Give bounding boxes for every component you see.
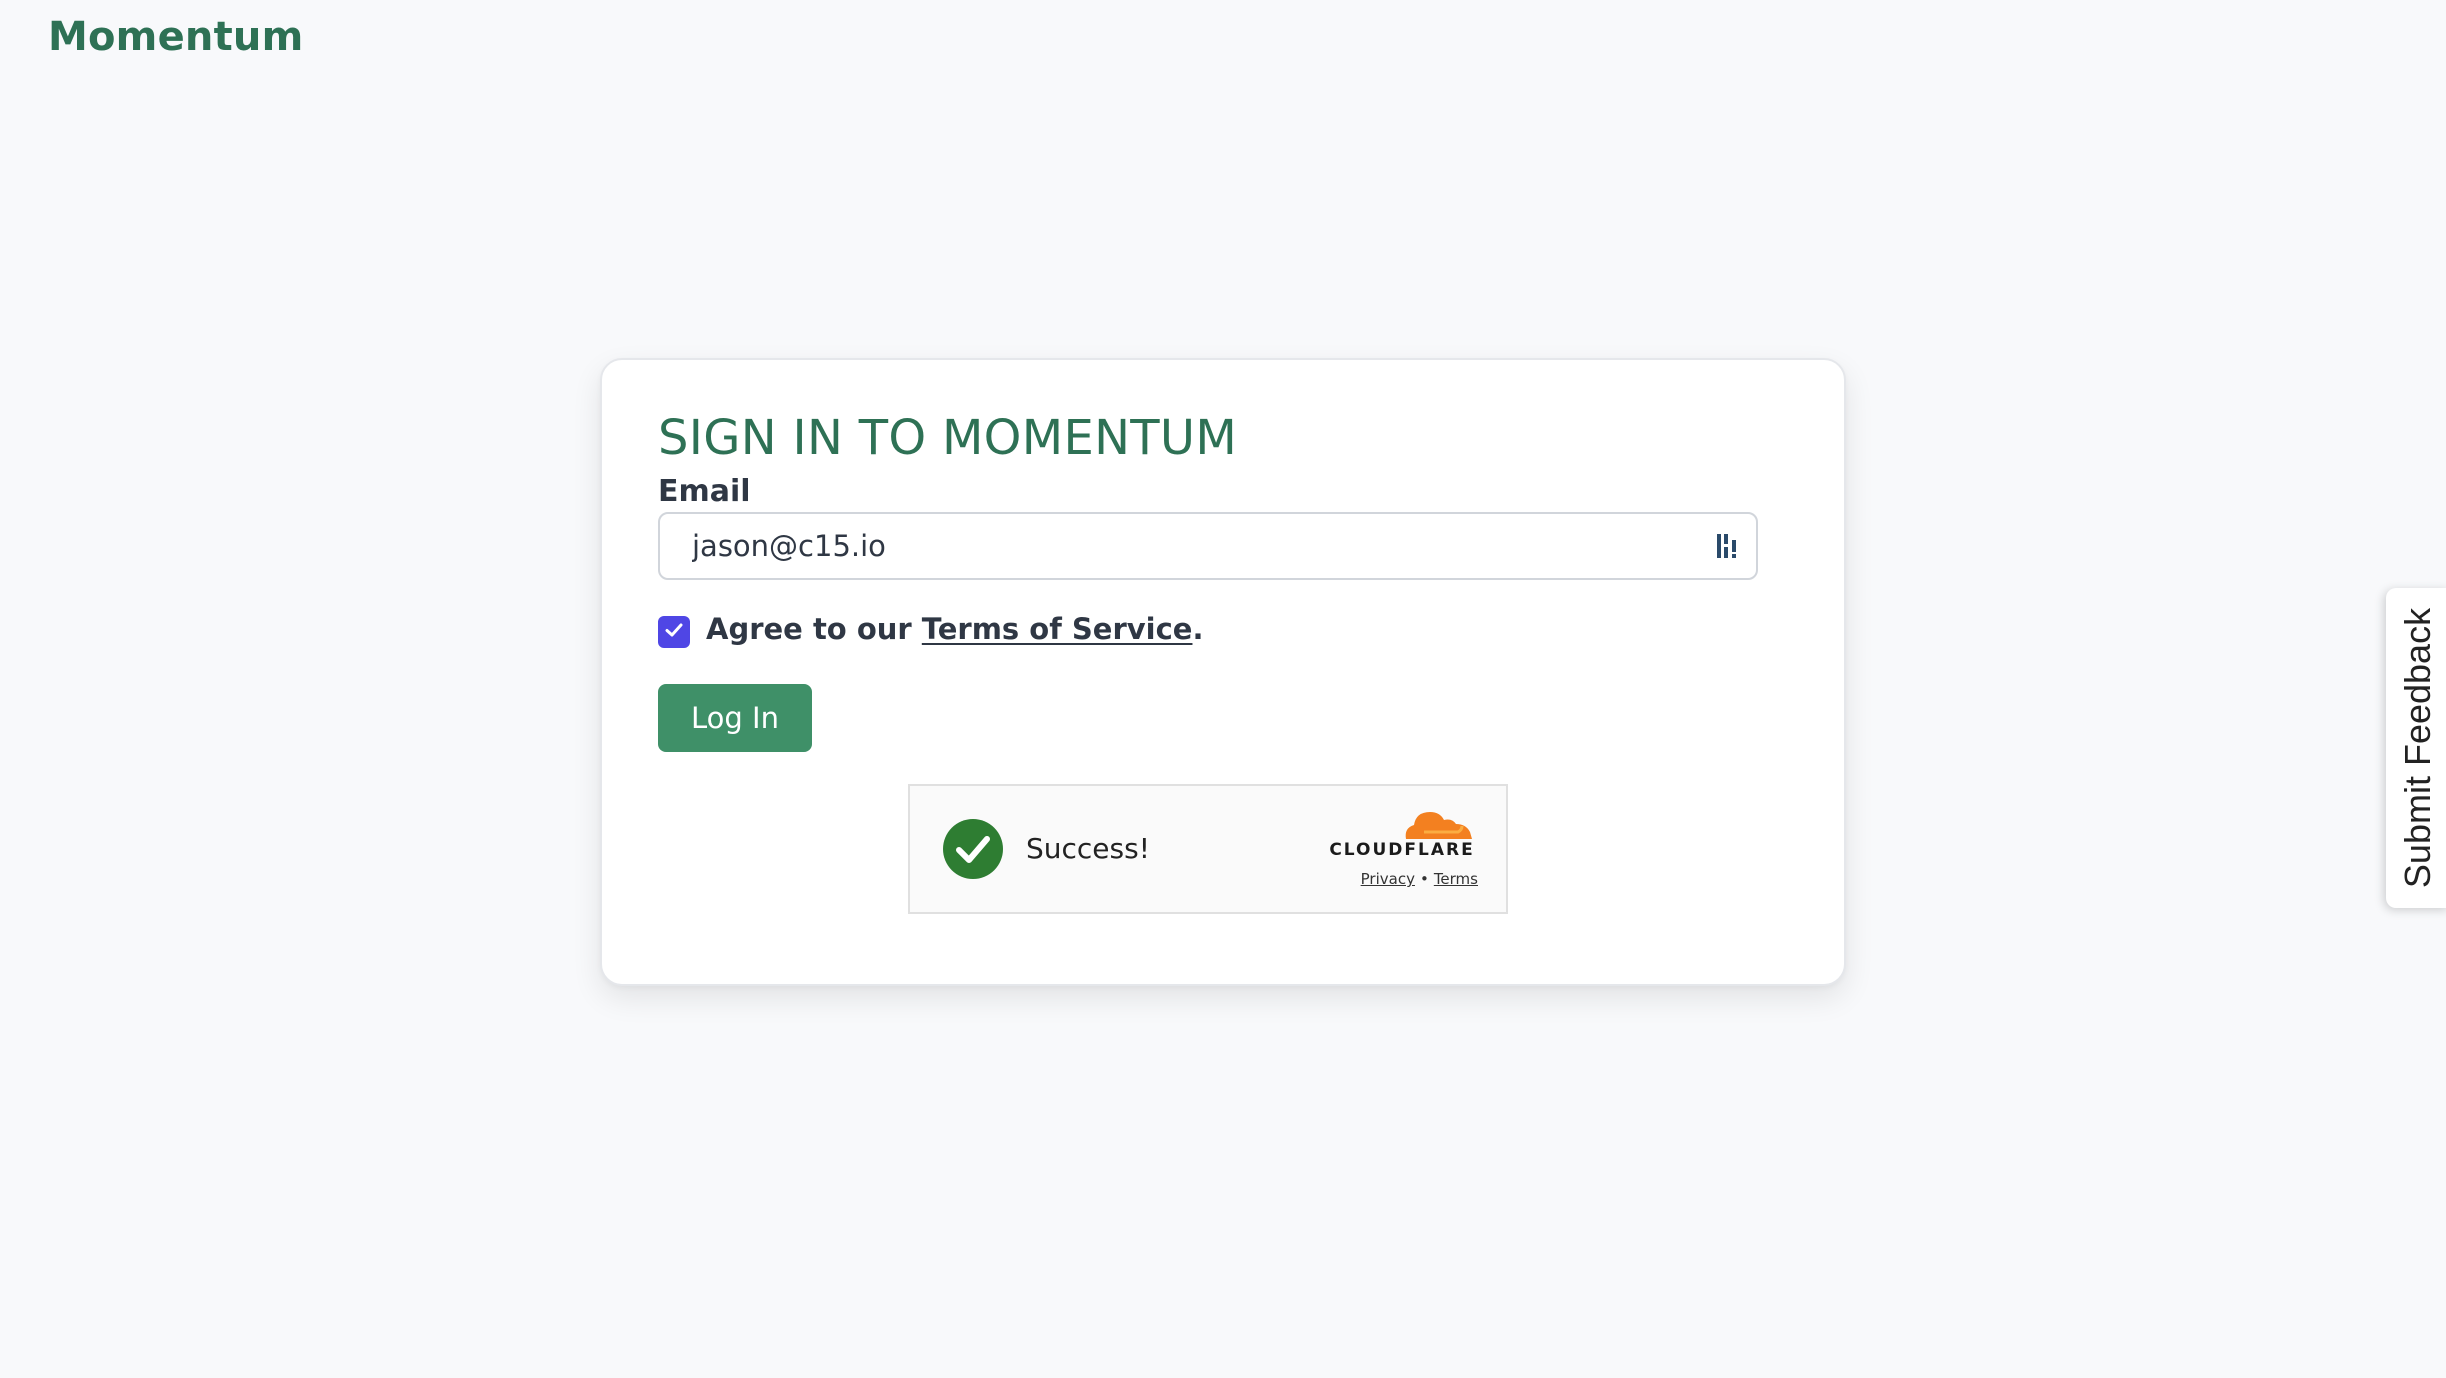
captcha-terms-link[interactable]: Terms bbox=[1434, 870, 1478, 888]
captcha-links: Privacy • Terms bbox=[1326, 870, 1478, 888]
email-label: Email bbox=[658, 474, 751, 509]
terms-of-service-link[interactable]: Terms of Service bbox=[922, 612, 1193, 646]
page-title: SIGN IN TO MOMENTUM bbox=[658, 410, 1238, 466]
link-separator: • bbox=[1419, 870, 1429, 888]
terms-checkbox[interactable] bbox=[658, 616, 690, 648]
check-icon bbox=[663, 619, 685, 645]
submit-feedback-tab[interactable]: Submit Feedback bbox=[2386, 588, 2446, 908]
log-in-button[interactable]: Log In bbox=[658, 684, 812, 752]
captcha-privacy-link[interactable]: Privacy bbox=[1361, 870, 1415, 888]
email-field[interactable] bbox=[692, 514, 1652, 578]
agree-suffix: . bbox=[1192, 612, 1204, 646]
password-manager-icon[interactable] bbox=[1716, 532, 1742, 560]
captcha-status: Success! bbox=[1026, 832, 1150, 865]
terms-agreement-text: Agree to our Terms of Service. bbox=[706, 612, 1204, 646]
agree-prefix: Agree to our bbox=[706, 612, 922, 646]
captcha-widget: Success! CLOUDFLARE Privacy • Terms bbox=[908, 784, 1508, 914]
cloudflare-wordmark: CLOUDFLARE bbox=[1329, 840, 1475, 860]
success-check-icon bbox=[942, 818, 1004, 880]
email-field-wrapper bbox=[658, 512, 1758, 580]
login-card: SIGN IN TO MOMENTUM Email Agree to our T… bbox=[600, 358, 1846, 986]
brand-logo[interactable]: Momentum bbox=[48, 14, 303, 60]
submit-feedback-label: Submit Feedback bbox=[2397, 607, 2438, 889]
